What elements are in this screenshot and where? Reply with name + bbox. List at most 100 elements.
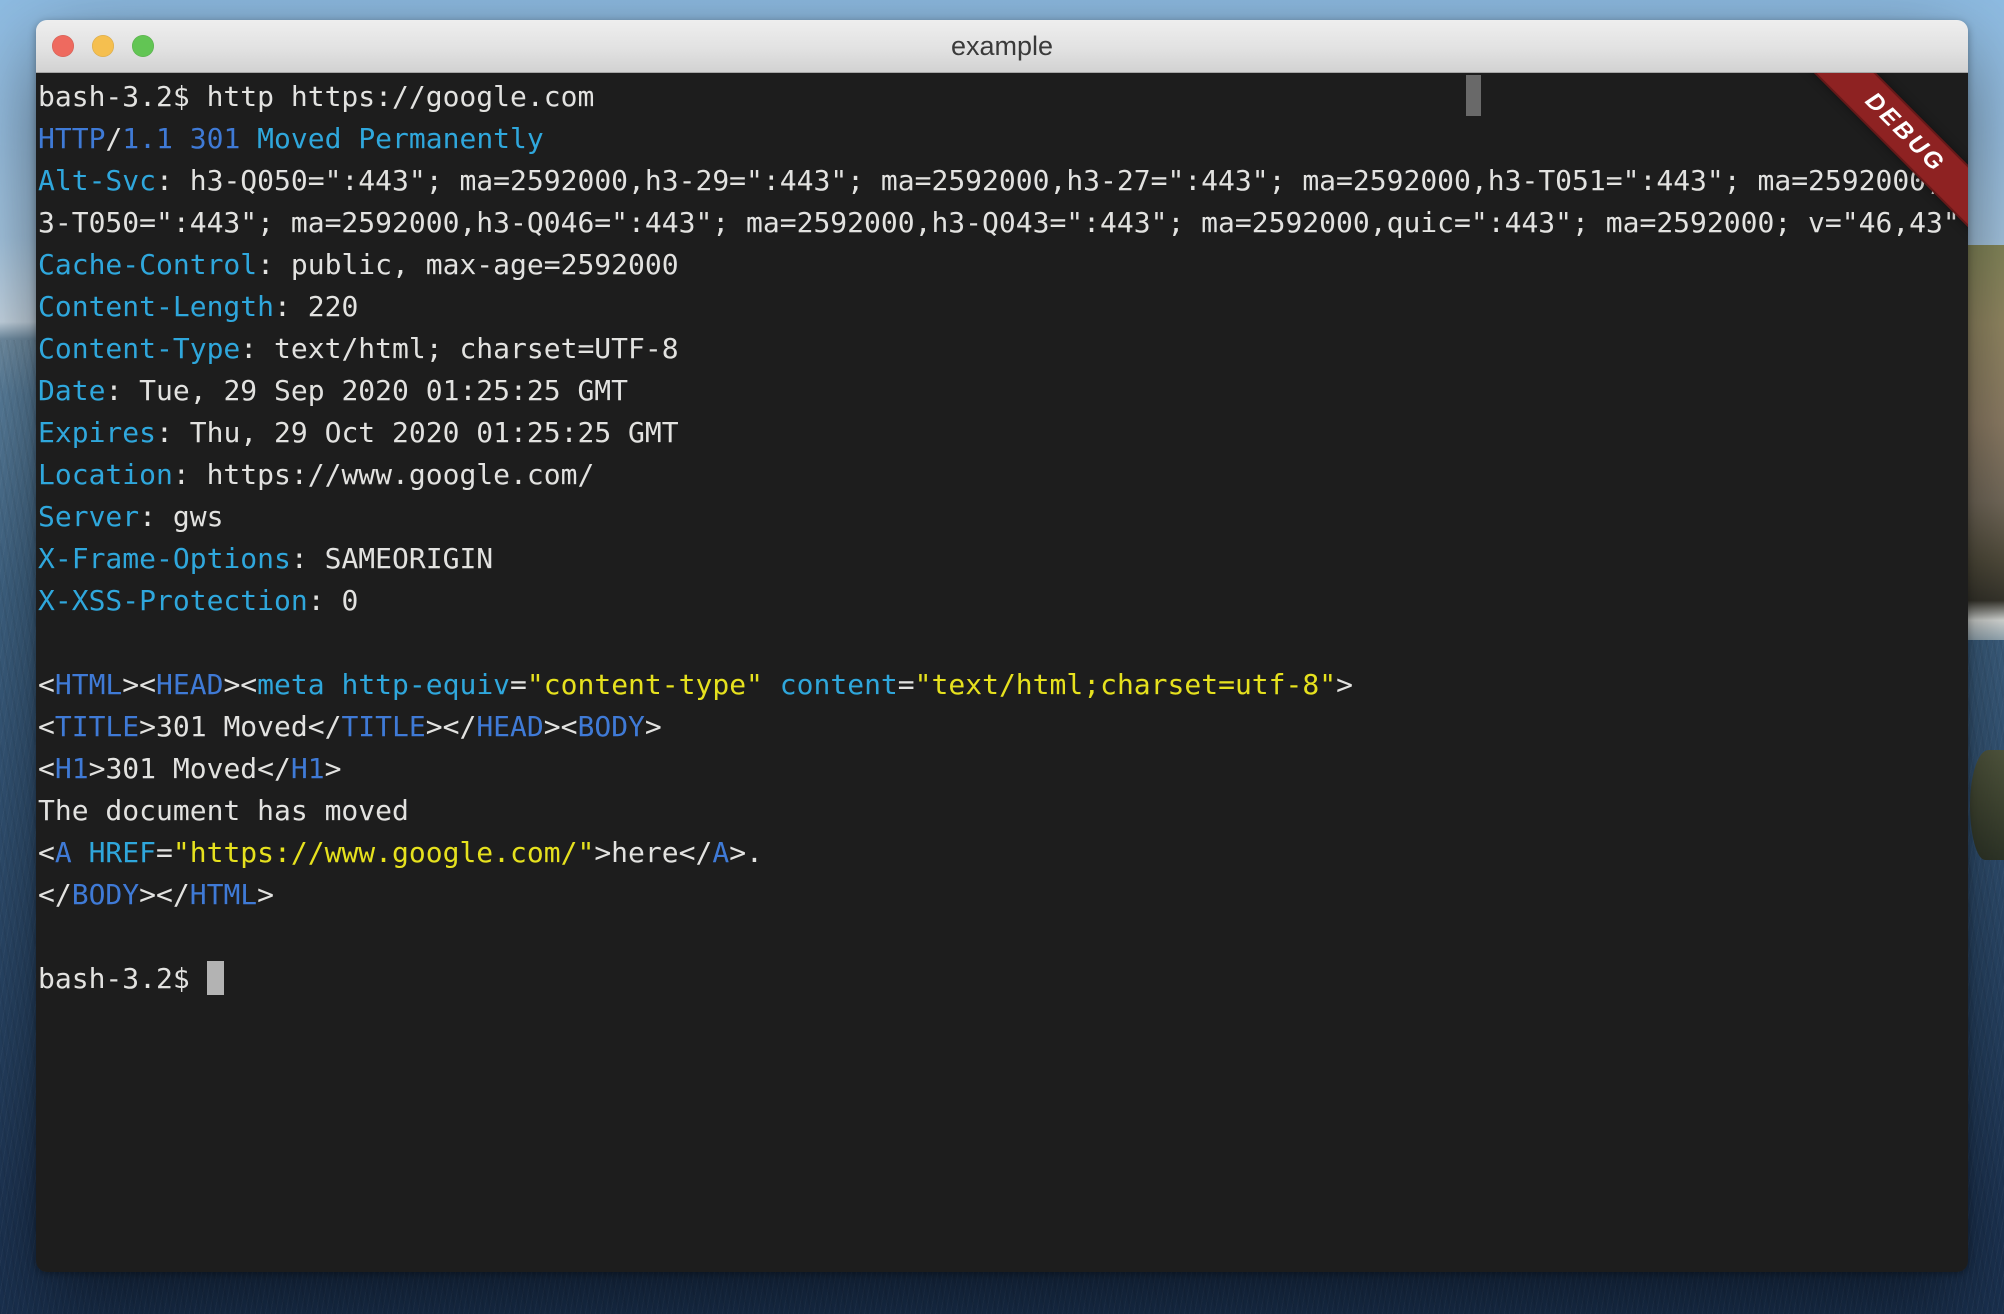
terminal-text-segment — [38, 626, 55, 659]
debug-ribbon-container: DEBUG — [1778, 73, 1968, 263]
terminal-text-segment: </ — [308, 710, 342, 743]
terminal-text-segment: : — [308, 584, 342, 617]
minimize-button[interactable] — [92, 35, 114, 57]
terminal-line: X-Frame-Options: SAMEORIGIN — [38, 538, 1968, 580]
terminal-output: bash-3.2$ http https://google.com HTTP/1.… — [36, 73, 1968, 1000]
terminal-text-segment: The document has moved — [38, 794, 409, 827]
terminal-text-segment: >< — [122, 668, 156, 701]
terminal-line: Location: https://www.google.com/ — [38, 454, 1968, 496]
terminal-text-segment: > — [139, 710, 156, 743]
terminal-text-segment: Thu, 29 Oct 2020 01:25:25 GMT — [190, 416, 679, 449]
terminal-text-segment: >< — [223, 668, 257, 701]
zoom-button[interactable] — [132, 35, 154, 57]
terminal-text-segment: < — [38, 836, 55, 869]
terminal-text-segment — [325, 668, 342, 701]
terminal-line — [38, 622, 1968, 664]
sea-rock — [1970, 750, 2004, 860]
terminal-text-segment: : — [156, 164, 190, 197]
terminal-line: Content-Length: 220 — [38, 286, 1968, 328]
window-title: example — [36, 20, 1968, 72]
terminal-line: Date: Tue, 29 Sep 2020 01:25:25 GMT — [38, 370, 1968, 412]
terminal-text-segment: "text/html;charset=utf-8" — [915, 668, 1336, 701]
terminal-text-segment: "content-type" — [527, 668, 763, 701]
terminal-text-segment: Server — [38, 500, 139, 533]
terminal-text-segment: here — [611, 836, 678, 869]
terminal-text-segment: http-equiv — [341, 668, 510, 701]
terminal-text-segment: A — [712, 836, 729, 869]
terminal-line: <H1>301 Moved</H1> — [38, 748, 1968, 790]
terminal-text-segment: TITLE — [341, 710, 425, 743]
terminal-text-segment: H1 — [55, 752, 89, 785]
terminal-text-segment: public, max-age=2592000 — [291, 248, 679, 281]
terminal-text-segment — [763, 668, 780, 701]
window-titlebar[interactable]: example — [36, 20, 1968, 73]
terminal-content[interactable]: bash-3.2$ http https://google.com HTTP/1.… — [36, 73, 1968, 1272]
traffic-light-buttons — [52, 20, 154, 72]
terminal-text-segment: = — [510, 668, 527, 701]
terminal-text-segment: > — [257, 878, 274, 911]
terminal-text-segment: bash-3.2$ — [38, 962, 207, 995]
terminal-text-segment: BODY — [577, 710, 644, 743]
terminal-text-segment: ></ — [139, 878, 190, 911]
terminal-line: 3-T050=":443"; ma=2592000,h3-Q046=":443"… — [38, 202, 1968, 244]
terminal-text-segment: = — [898, 668, 915, 701]
terminal-text-segment: </ — [679, 836, 713, 869]
terminal-text-segment: : — [291, 542, 325, 575]
terminal-text-segment: < — [38, 668, 55, 701]
terminal-text-segment: X-XSS-Protection — [38, 584, 308, 617]
terminal-line: Content-Type: text/html; charset=UTF-8 — [38, 328, 1968, 370]
terminal-text-segment: content — [780, 668, 898, 701]
terminal-text-segment: X-Frame-Options — [38, 542, 291, 575]
terminal-text-segment: > — [1336, 668, 1353, 701]
terminal-text-segment: HEAD — [476, 710, 543, 743]
terminal-text-segment: </ — [38, 878, 72, 911]
terminal-line — [38, 916, 1968, 958]
terminal-text-segment: 220 — [308, 290, 359, 323]
terminal-text-segment: Date — [38, 374, 105, 407]
terminal-text-segment: gws — [173, 500, 224, 533]
terminal-text-segment: Tue, 29 Sep 2020 01:25:25 GMT — [139, 374, 628, 407]
terminal-text-segment: 301 Moved — [156, 710, 308, 743]
terminal-cursor — [207, 961, 224, 995]
terminal-text-segment: : — [139, 500, 173, 533]
terminal-text-segment: 301 Moved — [105, 752, 257, 785]
terminal-text-segment: HTTP — [38, 122, 105, 155]
terminal-text-segment: >. — [729, 836, 763, 869]
terminal-text-segment: / — [105, 122, 122, 155]
terminal-text-segment: < — [38, 752, 55, 785]
terminal-text-segment: >< — [544, 710, 578, 743]
terminal-text-segment: > — [645, 710, 662, 743]
terminal-line: Cache-Control: public, max-age=2592000 — [38, 244, 1968, 286]
terminal-text-segment: : — [105, 374, 139, 407]
terminal-line: Expires: Thu, 29 Oct 2020 01:25:25 GMT — [38, 412, 1968, 454]
terminal-text-segment: Content-Length — [38, 290, 274, 323]
terminal-text-segment: 0 — [341, 584, 358, 617]
terminal-line: bash-3.2$ http https://google.com — [38, 76, 1968, 118]
terminal-text-segment: H1 — [291, 752, 325, 785]
terminal-text-segment — [72, 836, 89, 869]
terminal-text-segment: > — [594, 836, 611, 869]
terminal-text-segment: bash-3.2$ http https://google.com — [38, 80, 594, 113]
terminal-text-segment: HEAD — [156, 668, 223, 701]
terminal-text-segment: Moved Permanently — [257, 122, 544, 155]
terminal-line: Server: gws — [38, 496, 1968, 538]
debug-ribbon: DEBUG — [1790, 73, 1968, 248]
terminal-text-segment: Cache-Control — [38, 248, 257, 281]
terminal-text-segment: BODY — [72, 878, 139, 911]
terminal-text-segment: ></ — [426, 710, 477, 743]
terminal-window: example bash-3.2$ http https://google.co… — [36, 20, 1968, 1272]
terminal-text-segment: : — [274, 290, 308, 323]
terminal-text-segment: https://www.google.com/ — [207, 458, 595, 491]
terminal-text-segment: 3-T050=":443"; ma=2592000,h3-Q046=":443"… — [38, 206, 1960, 239]
terminal-line: HTTP/1.1 301 Moved Permanently — [38, 118, 1968, 160]
terminal-text-segment — [173, 122, 190, 155]
terminal-line: </BODY></HTML> — [38, 874, 1968, 916]
terminal-text-segment: > — [325, 752, 342, 785]
inactive-cursor-block — [1466, 75, 1481, 116]
terminal-text-segment: </ — [257, 752, 291, 785]
terminal-text-segment: TITLE — [55, 710, 139, 743]
close-button[interactable] — [52, 35, 74, 57]
terminal-text-segment: : — [257, 248, 291, 281]
terminal-line: <A HREF="https://www.google.com/">here</… — [38, 832, 1968, 874]
terminal-text-segment: Content-Type — [38, 332, 240, 365]
